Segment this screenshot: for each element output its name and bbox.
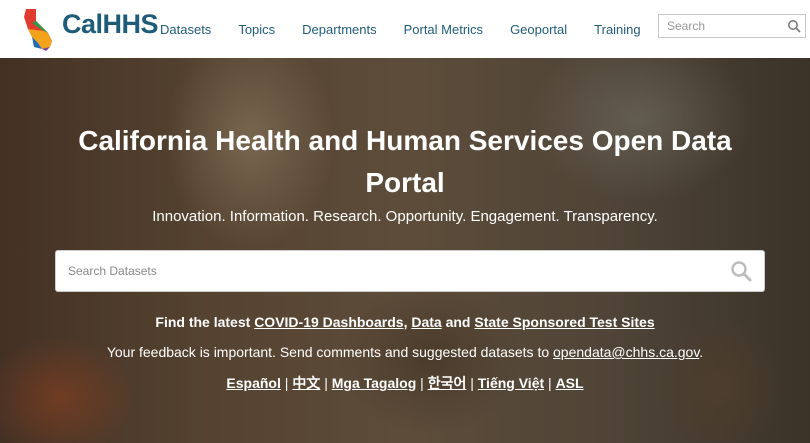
dataset-search-input[interactable] (56, 251, 720, 291)
lang-separator: | (544, 375, 556, 391)
language-links: Español | 中文 | Mga Tagalog | 한국어 | Tiếng… (0, 373, 810, 393)
nav-topics[interactable]: Topics (238, 22, 275, 37)
test-sites-link[interactable]: State Sponsored Test Sites (474, 314, 654, 330)
lang-tagalog-link[interactable]: Mga Tagalog (332, 375, 417, 391)
lang-separator: | (320, 375, 332, 391)
latest-separator: and (441, 314, 475, 330)
feedback-email-link[interactable]: opendata@chhs.ca.gov (553, 344, 699, 360)
calhhs-logo[interactable]: CalHHS (22, 5, 159, 51)
nav-departments[interactable]: Departments (302, 22, 376, 37)
data-link[interactable]: Data (411, 314, 441, 330)
latest-resources-line: Find the latest COVID-19 Dashboards, Dat… (0, 314, 810, 330)
covid-dashboards-link[interactable]: COVID-19 Dashboards (254, 314, 403, 330)
lang-spanish-link[interactable]: Español (226, 375, 280, 391)
hero-tagline: Innovation. Information. Research. Oppor… (152, 208, 658, 225)
search-icon[interactable] (730, 260, 752, 282)
latest-prefix: Find the latest (155, 314, 255, 330)
header-search (658, 14, 806, 38)
feedback-line: Your feedback is important. Send comment… (0, 344, 810, 360)
site-header: CalHHS Datasets Topics Departments Porta… (0, 0, 810, 58)
feedback-text: Your feedback is important. Send comment… (106, 344, 554, 360)
dataset-search (55, 250, 765, 292)
nav-datasets[interactable]: Datasets (160, 22, 211, 37)
nav-geoportal[interactable]: Geoportal (510, 22, 567, 37)
header-search-input[interactable] (659, 15, 793, 37)
search-icon[interactable] (787, 19, 801, 33)
lang-separator: | (466, 375, 478, 391)
hero-banner: California Health and Human Services Ope… (0, 58, 810, 443)
feedback-end: . (699, 344, 704, 360)
logo-wordmark: CalHHS (62, 9, 159, 39)
lang-korean-link[interactable]: 한국어 (428, 375, 467, 391)
lang-vietnamese-link[interactable]: Tiếng Việt (478, 375, 544, 391)
page-title: California Health and Human Services Ope… (78, 125, 732, 198)
lang-separator: | (280, 375, 293, 391)
california-state-logo-icon (24, 9, 52, 51)
nav-portal-metrics[interactable]: Portal Metrics (404, 22, 483, 37)
nav-training[interactable]: Training (594, 22, 640, 37)
lang-asl-link[interactable]: ASL (556, 375, 584, 391)
lang-separator: | (416, 375, 428, 391)
lang-chinese-link[interactable]: 中文 (292, 375, 320, 391)
main-nav: Datasets Topics Departments Portal Metri… (160, 0, 668, 58)
